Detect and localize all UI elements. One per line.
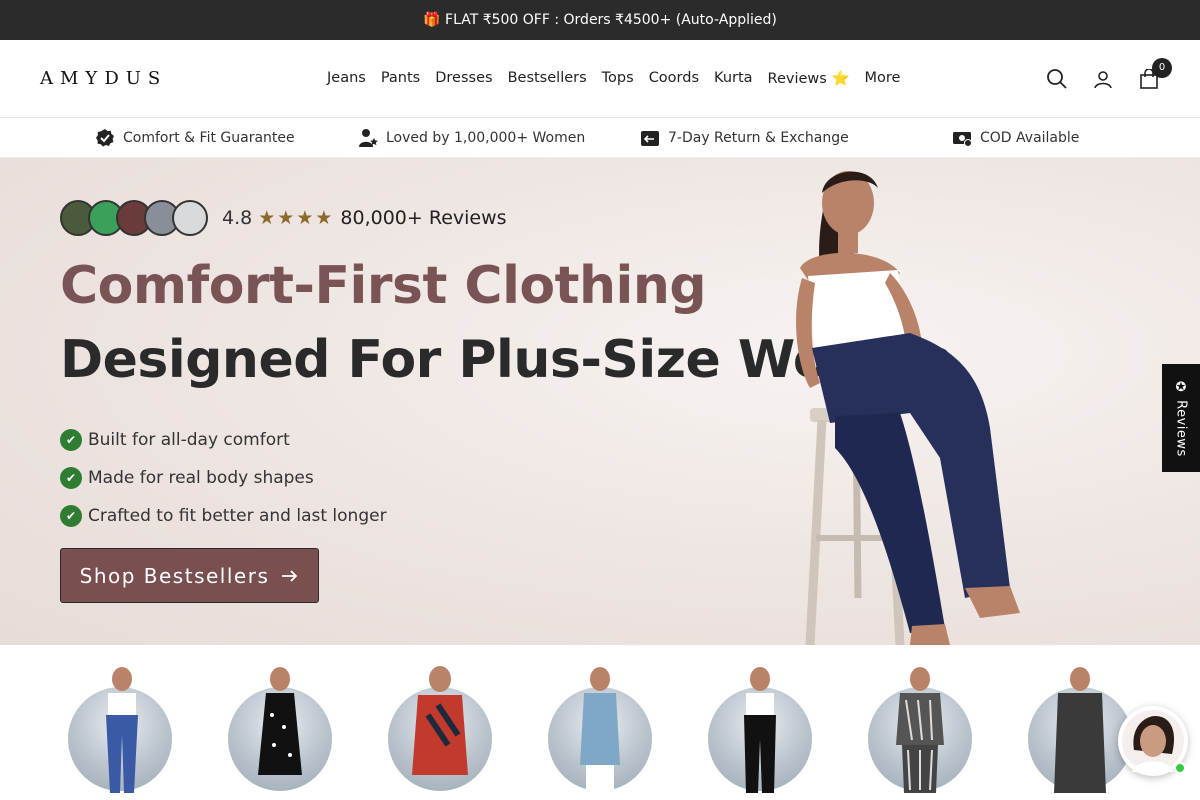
star-icon: ★: [277, 207, 295, 229]
hero-banner: 4.8 ★ ★ ★ ★ 80,000+ Reviews Comfort-Firs…: [0, 158, 1200, 645]
nav-jeans[interactable]: Jeans: [327, 70, 366, 87]
cash-icon: [953, 132, 972, 147]
nav-kurta[interactable]: Kurta: [714, 70, 753, 87]
category-item-dresses[interactable]: [224, 665, 334, 795]
category-figure: [106, 667, 138, 793]
category-item-sets[interactable]: [1024, 665, 1134, 795]
benefit-list: ✔ Built for all-day comfort ✔ Made for r…: [60, 421, 387, 535]
check-icon: ✔: [60, 429, 82, 451]
return-box-icon: [641, 131, 659, 146]
logo[interactable]: AMYDUS: [40, 68, 270, 89]
badge-check-icon: [96, 129, 114, 147]
star-rating: ★ ★ ★ ★: [258, 207, 332, 229]
star-icon: ★: [315, 207, 333, 229]
nav-reviews[interactable]: Reviews ⭐: [768, 70, 850, 87]
category-item-kurta[interactable]: [544, 665, 654, 795]
reviews-side-tab[interactable]: ✪ Reviews: [1162, 364, 1200, 472]
nav-more[interactable]: More: [865, 70, 901, 87]
benefit-text: Built for all-day comfort: [88, 430, 290, 450]
trust-label: Loved by 1,00,000+ Women: [386, 130, 586, 146]
nav-tops[interactable]: Tops: [602, 70, 634, 87]
header-icons: 0: [1046, 57, 1172, 90]
trust-item: 7-Day Return & Exchange: [640, 118, 849, 158]
customer-avatars: [60, 200, 208, 236]
trust-label: COD Available: [980, 130, 1080, 146]
cta-label: Shop Bestsellers: [79, 563, 270, 588]
avatar: [172, 200, 208, 236]
trust-item: Comfort & Fit Guarantee: [95, 118, 295, 158]
cart-count-badge: 0: [1152, 57, 1172, 78]
user-star-icon: [359, 129, 378, 147]
trust-item: COD Available: [952, 118, 1079, 158]
hero-headline-primary: Comfort-First Clothing: [60, 256, 707, 316]
hero-model-image: [796, 171, 1020, 645]
arrow-right-icon: [282, 569, 298, 582]
main-nav: Jeans Pants Dresses Bestsellers Tops Coo…: [327, 70, 900, 87]
trust-bar: Comfort & Fit Guarantee Loved by 1,00,00…: [0, 118, 1200, 158]
check-icon: ✔: [60, 505, 82, 527]
category-figure: [412, 666, 468, 775]
cart-icon[interactable]: 0: [1138, 57, 1172, 90]
benefit-item: ✔ Crafted to fit better and last longer: [60, 497, 387, 535]
search-icon[interactable]: [1046, 68, 1068, 90]
category-item-tops[interactable]: [384, 665, 494, 795]
benefit-item: ✔ Made for real body shapes: [60, 459, 387, 497]
account-icon[interactable]: [1092, 68, 1114, 90]
announcement-bar: 🎁 FLAT ₹500 OFF : Orders ₹4500+ (Auto-Ap…: [0, 0, 1200, 40]
star-icon: ★: [296, 207, 314, 229]
chat-assistant-button[interactable]: [1118, 706, 1188, 776]
check-icon: ✔: [60, 467, 82, 489]
nav-pants[interactable]: Pants: [381, 70, 420, 87]
benefit-text: Made for real body shapes: [88, 468, 314, 488]
nav-bestsellers[interactable]: Bestsellers: [508, 70, 587, 87]
category-figure: [580, 667, 620, 791]
online-status-dot: [1174, 762, 1186, 774]
category-figure: [744, 667, 776, 793]
trust-label: 7-Day Return & Exchange: [668, 130, 849, 146]
shop-bestsellers-button[interactable]: Shop Bestsellers: [60, 548, 319, 603]
reviews-count: 80,000+ Reviews: [340, 207, 507, 229]
trust-item: Loved by 1,00,000+ Women: [358, 118, 585, 158]
trust-label: Comfort & Fit Guarantee: [123, 130, 295, 146]
reviews-tab-label: ✪ Reviews: [1173, 379, 1189, 457]
benefit-item: ✔ Built for all-day comfort: [60, 421, 387, 459]
agent-avatar-icon: [1122, 710, 1184, 772]
nav-coords[interactable]: Coords: [649, 70, 699, 87]
category-figure: [1054, 667, 1106, 793]
benefit-text: Crafted to fit better and last longer: [88, 506, 387, 526]
rating-summary: 4.8 ★ ★ ★ ★ 80,000+ Reviews: [60, 200, 507, 236]
category-item-pants[interactable]: [704, 665, 814, 795]
announcement-text: 🎁 FLAT ₹500 OFF : Orders ₹4500+ (Auto-Ap…: [423, 12, 777, 28]
category-strip: [0, 645, 1200, 800]
category-item-jeans[interactable]: [64, 665, 174, 795]
category-item-coords[interactable]: [864, 665, 974, 795]
nav-dresses[interactable]: Dresses: [435, 70, 492, 87]
category-figure: [258, 667, 302, 775]
star-icon: ★: [258, 207, 276, 229]
category-figure: [896, 667, 944, 793]
site-header: AMYDUS Jeans Pants Dresses Bestsellers T…: [0, 40, 1200, 118]
rating-value: 4.8: [222, 207, 253, 229]
